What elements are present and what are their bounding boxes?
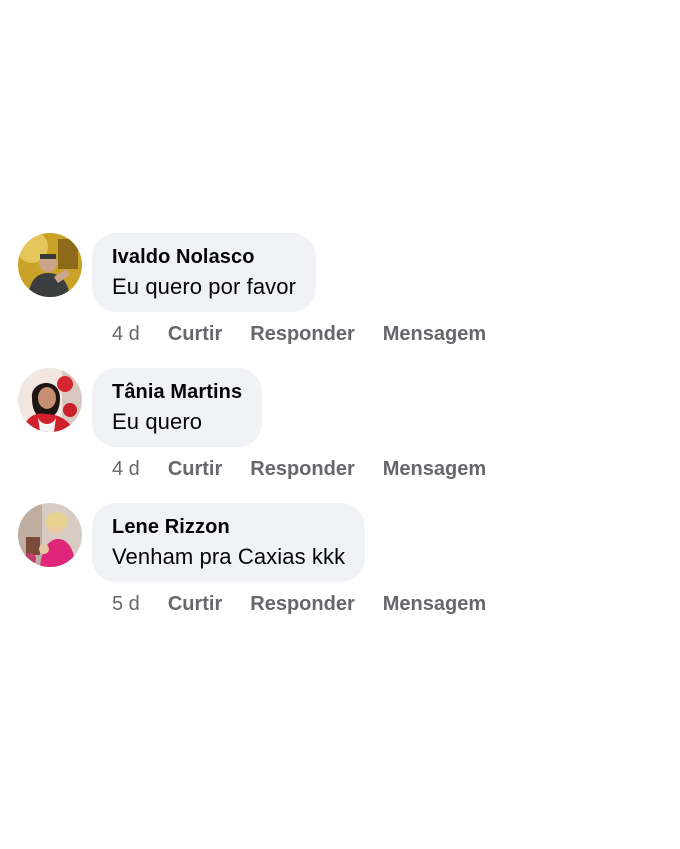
- reply-button[interactable]: Responder: [250, 458, 354, 481]
- comment-bubble: Tânia Martins Eu quero: [92, 368, 263, 447]
- comment-list: Ivaldo Nolasco Eu quero por favor 4 d Cu…: [0, 0, 680, 849]
- message-button[interactable]: Mensagem: [383, 593, 486, 616]
- like-button[interactable]: Curtir: [168, 323, 222, 346]
- message-button[interactable]: Mensagem: [383, 458, 486, 481]
- comment-text: Venham pra Caxias kkk: [112, 544, 346, 569]
- reply-button[interactable]: Responder: [250, 323, 354, 346]
- comment-timestamp[interactable]: 4 d: [112, 458, 140, 481]
- comment-timestamp[interactable]: 5 d: [112, 593, 140, 616]
- message-button[interactable]: Mensagem: [383, 323, 486, 346]
- reply-button[interactable]: Responder: [250, 593, 354, 616]
- comment-author[interactable]: Tânia Martins: [112, 377, 242, 407]
- avatar-photo: [18, 368, 82, 432]
- comment-item: Lene Rizzon Venham pra Caxias kkk 5 d Cu…: [18, 503, 658, 628]
- comment-author[interactable]: Ivaldo Nolasco: [112, 242, 296, 272]
- comment-item: Tânia Martins Eu quero 4 d Curtir Respon…: [18, 368, 658, 493]
- comment-actions: 4 d Curtir Responder Mensagem: [112, 319, 514, 349]
- comment-actions: 4 d Curtir Responder Mensagem: [112, 454, 514, 484]
- comment-item: Ivaldo Nolasco Eu quero por favor 4 d Cu…: [18, 233, 658, 358]
- like-button[interactable]: Curtir: [168, 593, 222, 616]
- avatar-photo: [18, 503, 82, 567]
- comment-bubble: Ivaldo Nolasco Eu quero por favor: [92, 233, 317, 312]
- comment-actions: 5 d Curtir Responder Mensagem: [112, 589, 514, 619]
- comment-text: Eu quero por favor: [112, 274, 297, 299]
- avatar[interactable]: [18, 368, 82, 432]
- avatar[interactable]: [18, 503, 82, 567]
- avatar[interactable]: [18, 233, 82, 297]
- comment-bubble: Lene Rizzon Venham pra Caxias kkk: [92, 503, 366, 582]
- comment-timestamp[interactable]: 4 d: [112, 323, 140, 346]
- avatar-photo: [18, 233, 82, 297]
- comment-text: Eu quero: [112, 409, 203, 434]
- like-button[interactable]: Curtir: [168, 458, 222, 481]
- comment-author[interactable]: Lene Rizzon: [112, 512, 345, 542]
